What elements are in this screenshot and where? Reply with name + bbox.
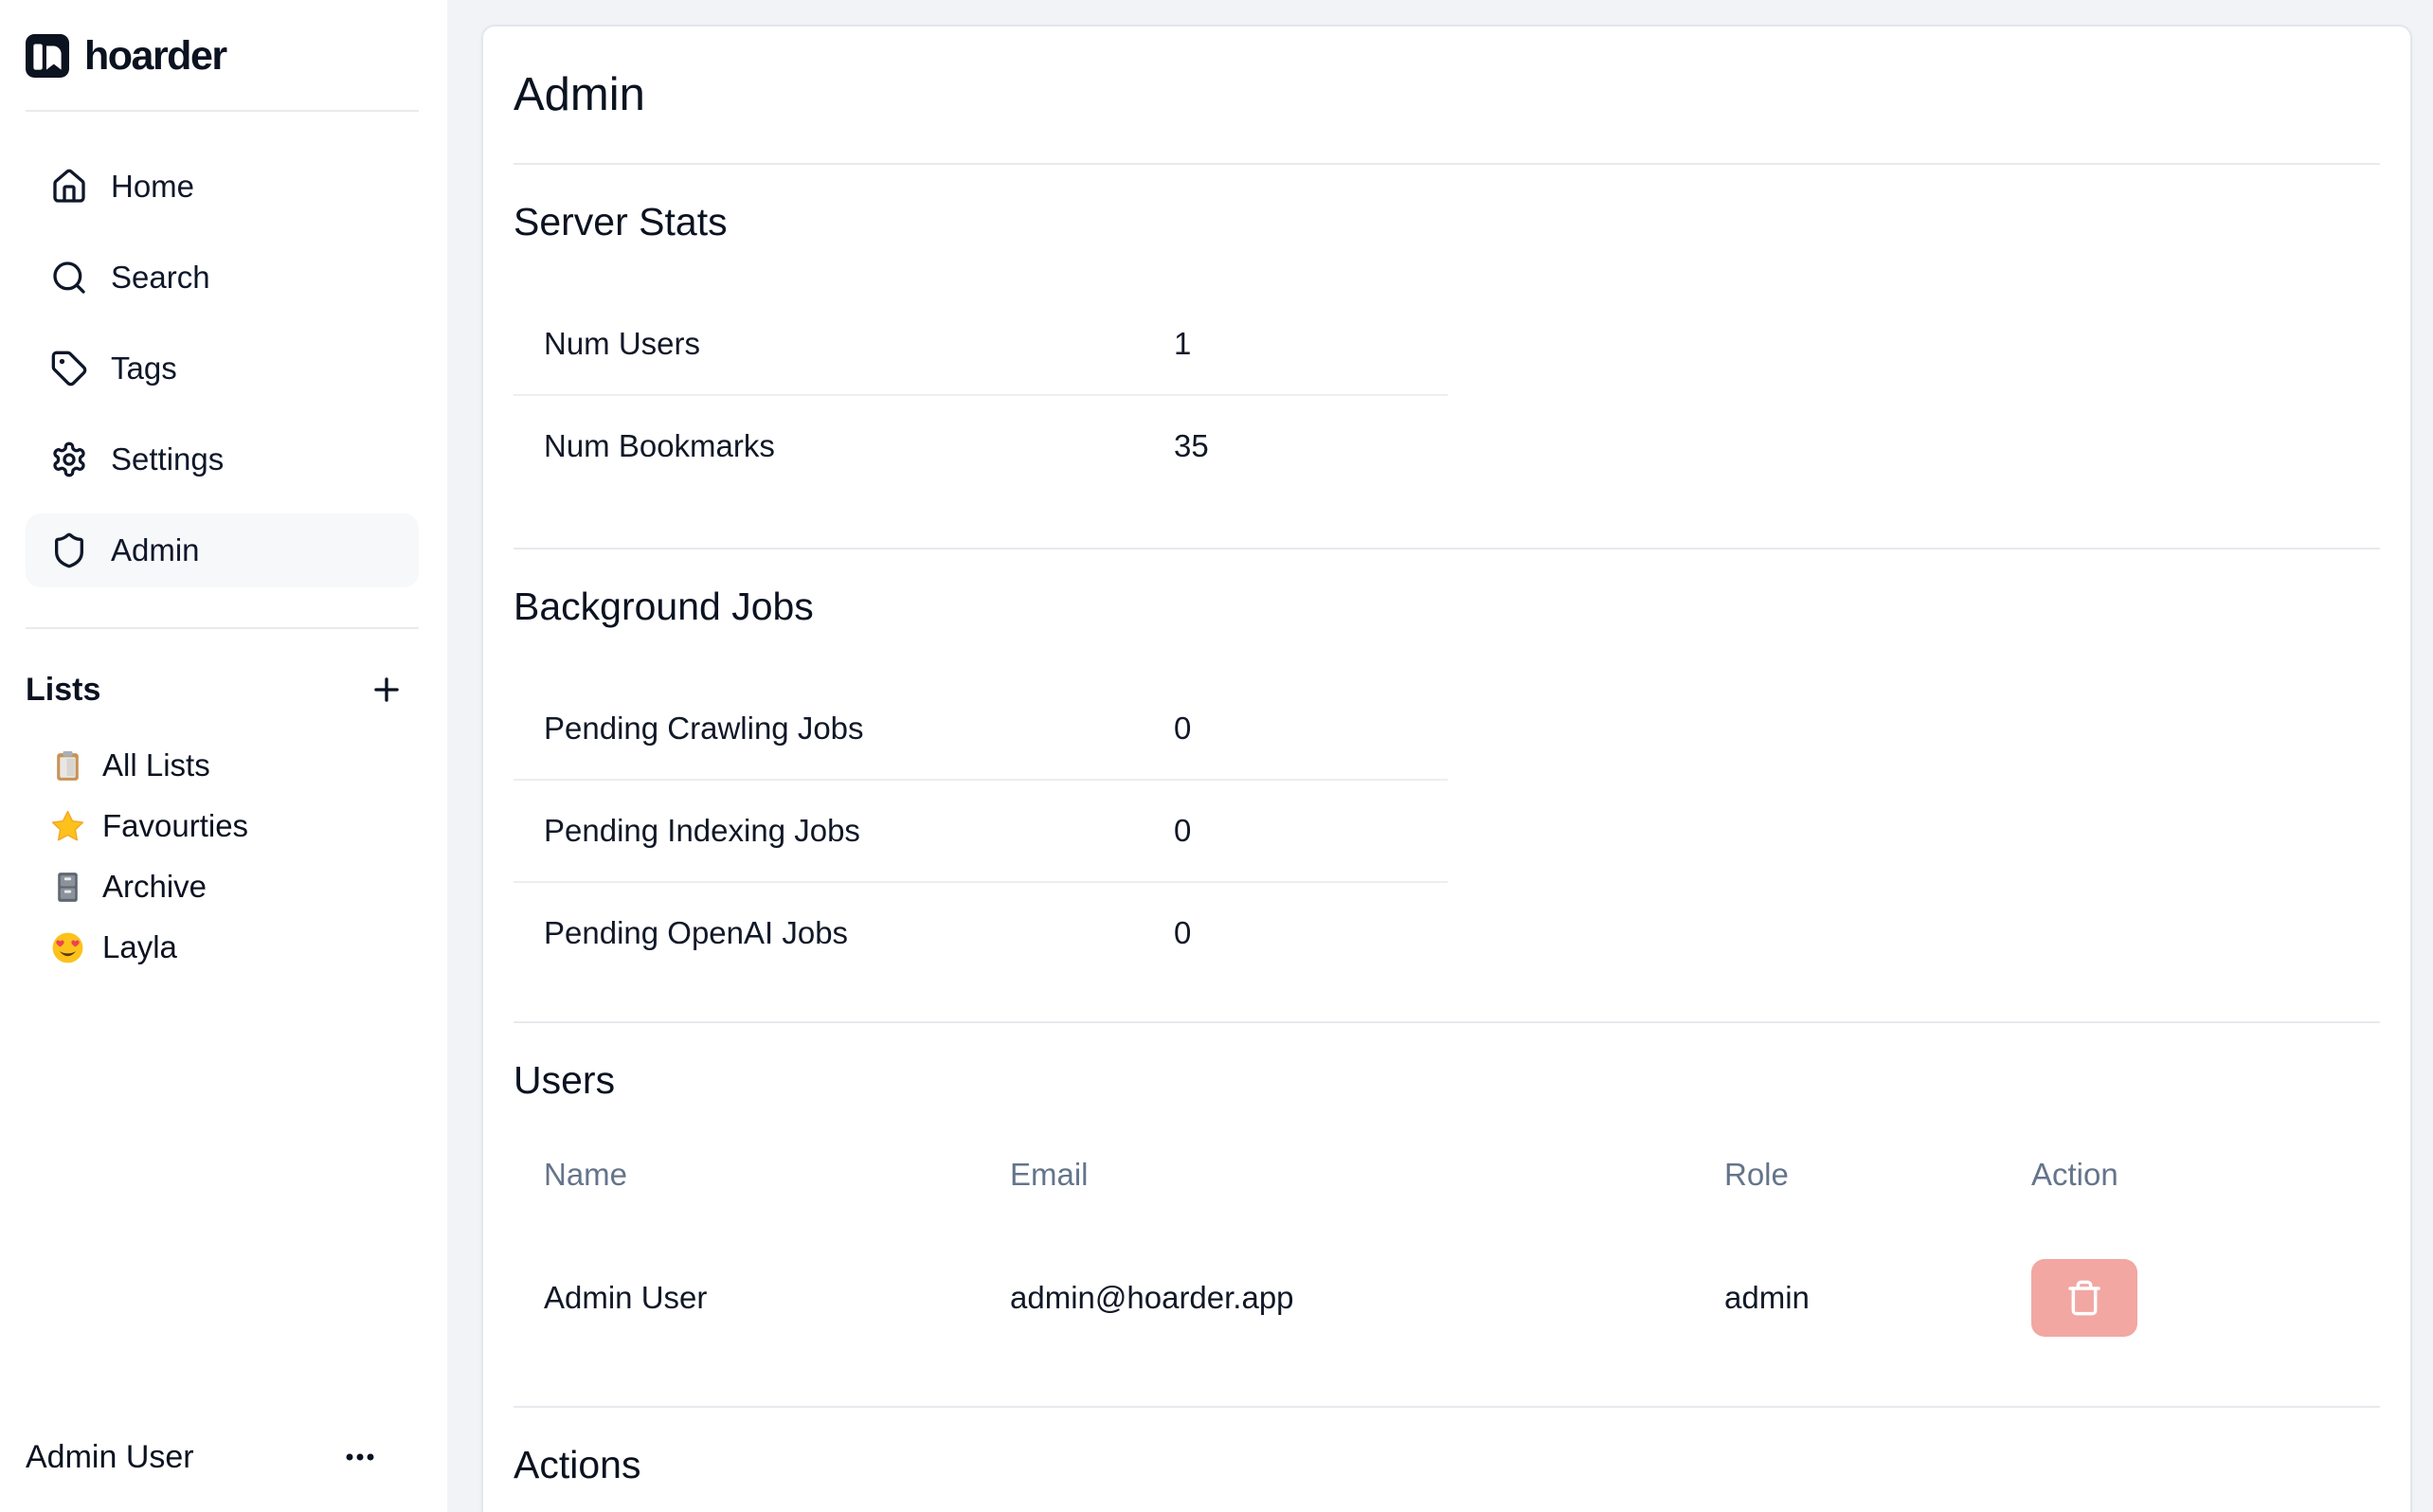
job-label: Pending Indexing Jobs (514, 781, 1144, 881)
sidebar-item-label: Search (111, 260, 210, 296)
sidebar-item-label: Home (111, 169, 194, 205)
list-item-label: Archive (102, 869, 207, 905)
lists-header: Lists (26, 669, 419, 711)
job-value: 0 (1144, 883, 1448, 983)
table-row: Admin User admin@hoarder.app admin (514, 1213, 2380, 1383)
page-title: Admin (514, 68, 2380, 121)
divider (514, 1406, 2380, 1408)
user-action-cell (2001, 1213, 2380, 1383)
background-jobs-section: Background Jobs Pending Crawling Jobs 0 … (514, 584, 2380, 1021)
tag-icon (50, 350, 88, 387)
sidebar-item-tags[interactable]: Tags (26, 332, 419, 405)
users-table: Name Email Role Action Admin User admin@… (514, 1137, 2380, 1406)
lists-title: Lists (26, 672, 100, 709)
list-item-label: All Lists (102, 747, 210, 783)
sidebar-item-label: Tags (111, 351, 177, 387)
file-cabinet-emoji-icon (50, 870, 85, 905)
actions-section: Actions (514, 1442, 2380, 1487)
sidebar-divider (26, 110, 419, 112)
list-item-all-lists[interactable]: All Lists (26, 735, 419, 796)
sidebar-nav: Home Search Tags (26, 150, 419, 587)
table-row: Num Users 1 (514, 294, 1448, 394)
app-logo[interactable]: hoarder (26, 0, 419, 85)
divider (514, 548, 2380, 549)
column-header-name: Name (514, 1137, 980, 1213)
user-email-cell: admin@hoarder.app (980, 1213, 1694, 1383)
table-header-row: Name Email Role Action (514, 1137, 2380, 1213)
user-name-cell: Admin User (514, 1213, 980, 1383)
server-stats-section: Server Stats Num Users 1 Num Bookmarks 3… (514, 199, 2380, 548)
lists: All Lists Favourties Archive (26, 735, 419, 978)
table-row: Pending Indexing Jobs 0 (514, 781, 1448, 881)
column-header-action: Action (2001, 1137, 2380, 1213)
footer-user-name: Admin User (26, 1439, 194, 1476)
sidebar-item-label: Settings (111, 441, 224, 477)
heart-eyes-emoji-icon (50, 930, 85, 965)
job-label: Pending Crawling Jobs (514, 678, 1144, 779)
sidebar-item-search[interactable]: Search (26, 241, 419, 315)
users-section: Users Name Email Role Action Admin User … (514, 1057, 2380, 1406)
list-item-label: Layla (102, 929, 177, 965)
plus-icon (369, 672, 405, 708)
list-item-label: Favourties (102, 808, 248, 844)
job-label: Pending OpenAI Jobs (514, 883, 1144, 983)
app-window: hoarder Home Search (0, 0, 2433, 1512)
users-heading: Users (514, 1057, 2380, 1103)
trash-icon (2065, 1279, 2103, 1317)
add-list-button[interactable] (366, 669, 407, 711)
job-value: 0 (1144, 781, 1448, 881)
column-header-email: Email (980, 1137, 1694, 1213)
stat-label: Num Bookmarks (514, 396, 1144, 496)
delete-user-button[interactable] (2031, 1259, 2137, 1337)
column-header-role: Role (1694, 1137, 2001, 1213)
gear-icon (50, 441, 88, 478)
list-item-favourites[interactable]: Favourties (26, 796, 419, 856)
divider (514, 1021, 2380, 1023)
divider (514, 163, 2380, 165)
star-emoji-icon (50, 809, 85, 844)
table-row: Pending OpenAI Jobs 0 (514, 883, 1448, 983)
background-jobs-table: Pending Crawling Jobs 0 Pending Indexing… (514, 678, 1448, 1021)
table-row: Pending Crawling Jobs 0 (514, 678, 1448, 779)
shield-icon (50, 531, 88, 569)
sidebar-item-settings[interactable]: Settings (26, 423, 419, 496)
home-icon (50, 168, 88, 206)
actions-heading: Actions (514, 1442, 2380, 1487)
server-stats-table: Num Users 1 Num Bookmarks 35 (514, 294, 1448, 548)
user-role-cell: admin (1694, 1213, 2001, 1383)
list-item-layla[interactable]: Layla (26, 917, 419, 978)
main-area: Admin Server Stats Num Users 1 Num Bookm… (447, 0, 2433, 1512)
stat-value: 35 (1144, 396, 1448, 496)
sidebar: hoarder Home Search (0, 0, 447, 1512)
clipboard-emoji-icon (50, 748, 85, 783)
job-value: 0 (1144, 678, 1448, 779)
app-title: hoarder (84, 33, 226, 80)
hoarder-logo-icon (26, 34, 69, 78)
sidebar-item-home[interactable]: Home (26, 150, 419, 224)
table-row: Num Bookmarks 35 (514, 396, 1448, 496)
sidebar-footer: Admin User (26, 1431, 419, 1484)
server-stats-heading: Server Stats (514, 199, 2380, 244)
list-item-archive[interactable]: Archive (26, 856, 419, 917)
search-icon (50, 259, 88, 297)
sidebar-item-label: Admin (111, 532, 200, 568)
stat-value: 1 (1144, 294, 1448, 394)
stat-label: Num Users (514, 294, 1144, 394)
ellipsis-icon (339, 1436, 381, 1478)
sidebar-item-admin[interactable]: Admin (26, 513, 419, 587)
sidebar-divider (26, 627, 419, 629)
background-jobs-heading: Background Jobs (514, 584, 2380, 629)
admin-panel-card: Admin Server Stats Num Users 1 Num Bookm… (481, 25, 2412, 1512)
user-options-button[interactable] (333, 1431, 387, 1484)
